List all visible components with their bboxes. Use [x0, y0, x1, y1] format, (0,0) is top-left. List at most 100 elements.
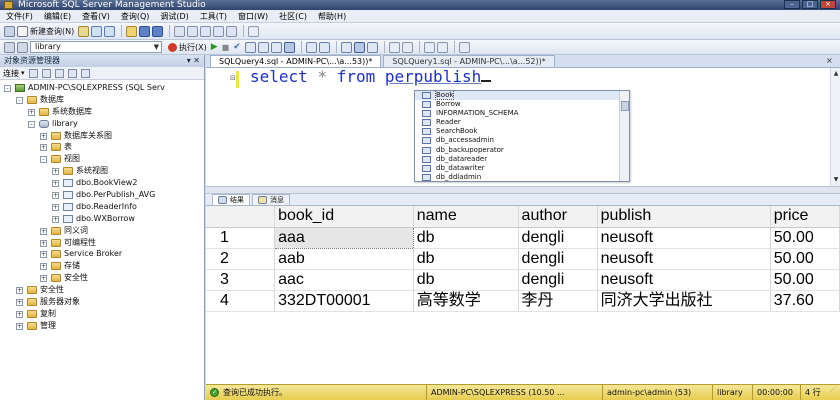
- expand-toggle-icon[interactable]: +: [52, 168, 59, 176]
- include-plan-icon[interactable]: [305, 41, 317, 53]
- properties-icon[interactable]: [213, 25, 225, 37]
- change-connection-icon[interactable]: [17, 41, 28, 53]
- row-number[interactable]: 2: [206, 248, 276, 270]
- column-header[interactable]: [206, 206, 276, 228]
- scroll-up-icon[interactable]: ▲: [832, 70, 840, 78]
- table-cell[interactable]: 高等数学: [413, 290, 519, 312]
- stop-icon[interactable]: ■: [222, 41, 230, 53]
- tree-node[interactable]: + dbo.PerPublish_AVG: [0, 189, 204, 201]
- intellisense-scrollbar[interactable]: [619, 91, 629, 181]
- table-cell[interactable]: db: [413, 227, 519, 249]
- expand-toggle-icon[interactable]: +: [16, 287, 23, 295]
- tree-node[interactable]: + 复制: [0, 308, 204, 320]
- tree-node[interactable]: + dbo.WXBorrow: [0, 213, 204, 225]
- menu-item[interactable]: 编辑(E): [44, 11, 71, 22]
- expand-toggle-icon[interactable]: +: [40, 132, 47, 140]
- table-row[interactable]: 1 aaa db dengli neusoft 50.00: [206, 226, 840, 249]
- sql-code-line[interactable]: select * from perpublish: [250, 67, 492, 87]
- tree-node[interactable]: + 安全性: [0, 284, 204, 296]
- row-number[interactable]: 4: [206, 290, 276, 312]
- database-query-icon[interactable]: [91, 25, 103, 37]
- results-to-text-icon[interactable]: [340, 41, 352, 53]
- collapse-toggle-icon[interactable]: -: [4, 85, 11, 92]
- table-row[interactable]: 3 aac db dengli neusoft 50.00: [206, 269, 840, 291]
- template-explorer-icon[interactable]: [200, 25, 212, 37]
- tree-node[interactable]: + dbo.BookView2: [0, 177, 204, 189]
- table-cell[interactable]: db: [413, 248, 519, 270]
- debug-play-icon[interactable]: ▶: [211, 41, 218, 53]
- save-icon[interactable]: [139, 25, 151, 37]
- menu-item[interactable]: 查看(V): [82, 11, 110, 22]
- table-cell[interactable]: 37.60: [770, 290, 840, 312]
- refresh-icon[interactable]: [80, 68, 90, 78]
- tree-node[interactable]: - 视图: [0, 153, 204, 165]
- query-designer-icon[interactable]: [257, 41, 269, 53]
- table-cell[interactable]: neusoft: [597, 227, 771, 249]
- intellisense-item[interactable]: Borrow: [415, 100, 629, 109]
- menu-item[interactable]: 调试(D): [160, 11, 188, 22]
- intellisense-item[interactable]: INFORMATION_SCHEMA: [415, 109, 629, 118]
- intellisense-item[interactable]: db_accessadmin: [415, 136, 629, 145]
- intellisense-item[interactable]: Book: [415, 91, 629, 101]
- toolbox-icon[interactable]: [226, 25, 238, 37]
- row-number[interactable]: 1: [206, 227, 276, 249]
- connect-server-icon[interactable]: [28, 68, 38, 78]
- expand-toggle-icon[interactable]: +: [40, 251, 47, 259]
- table-cell[interactable]: 50.00: [770, 248, 840, 270]
- expand-toggle-icon[interactable]: +: [52, 215, 59, 223]
- specify-values-icon[interactable]: [458, 41, 470, 53]
- collapse-toggle-icon[interactable]: -: [28, 120, 35, 128]
- minimize-button[interactable]: –: [784, 0, 800, 9]
- execute-button[interactable]: 执行(X): [168, 41, 207, 53]
- scroll-thumb[interactable]: [621, 101, 629, 111]
- table-cell[interactable]: 同济大学出版社: [597, 290, 771, 312]
- tree-node[interactable]: - library: [0, 118, 204, 130]
- scroll-down-icon[interactable]: ▼: [832, 176, 840, 184]
- table-cell[interactable]: dengli: [518, 227, 598, 249]
- tree-node[interactable]: + 同义词: [0, 225, 204, 237]
- intellisense-icon[interactable]: [283, 41, 295, 53]
- intellisense-item[interactable]: Reader: [415, 118, 629, 127]
- close-button[interactable]: ×: [820, 0, 836, 9]
- results-to-grid-icon[interactable]: [353, 41, 365, 53]
- decrease-indent-icon[interactable]: [423, 41, 435, 53]
- tree-node[interactable]: + 系统数据库: [0, 106, 204, 118]
- pin-icon[interactable]: ▾ ✕: [187, 55, 200, 67]
- results-to-file-icon[interactable]: [366, 41, 378, 53]
- collapse-icon[interactable]: ⊟: [230, 74, 236, 82]
- analysis-query-icon[interactable]: [104, 25, 116, 37]
- increase-indent-icon[interactable]: [436, 41, 448, 53]
- messages-tab[interactable]: 消息: [252, 194, 290, 205]
- tree-node[interactable]: + 可编程性: [0, 237, 204, 249]
- table-cell[interactable]: dengli: [518, 248, 598, 270]
- table-cell[interactable]: aab: [274, 248, 414, 270]
- expand-toggle-icon[interactable]: +: [52, 203, 59, 211]
- column-header[interactable]: author: [518, 206, 598, 228]
- query-options-icon[interactable]: [270, 41, 282, 53]
- column-header[interactable]: name: [413, 206, 519, 228]
- customize-icon[interactable]: [248, 25, 260, 37]
- table-row[interactable]: 4 332DT00001 高等数学 李丹 同济大学出版社 37.60: [206, 290, 840, 312]
- table-cell[interactable]: db: [413, 269, 519, 291]
- intellisense-item[interactable]: SearchBook: [415, 127, 629, 136]
- document-tab[interactable]: SQLQuery1.sql - ADMIN-PC\...\a...52))*: [383, 55, 555, 67]
- menu-item[interactable]: 查询(Q): [121, 11, 150, 22]
- connect-icon[interactable]: [4, 41, 15, 53]
- client-stats-icon[interactable]: [318, 41, 330, 53]
- expand-toggle-icon[interactable]: +: [40, 275, 47, 283]
- uncomment-icon[interactable]: [401, 41, 413, 53]
- tree-node[interactable]: + Service Broker: [0, 248, 204, 260]
- menu-item[interactable]: 文件(F): [6, 11, 33, 22]
- maximize-button[interactable]: □: [802, 0, 818, 9]
- expand-toggle-icon[interactable]: +: [52, 180, 59, 188]
- expand-toggle-icon[interactable]: +: [16, 299, 23, 307]
- database-select[interactable]: library ▼: [30, 41, 162, 53]
- object-explorer-icon[interactable]: [187, 25, 199, 37]
- document-tab[interactable]: SQLQuery4.sql - ADMIN-PC\...\a...53))*: [210, 55, 382, 67]
- intellisense-item[interactable]: db_datareader: [415, 155, 629, 164]
- table-cell[interactable]: neusoft: [597, 248, 771, 270]
- new-file-icon[interactable]: [78, 25, 90, 37]
- comment-icon[interactable]: [388, 41, 400, 53]
- expand-toggle-icon[interactable]: +: [40, 144, 47, 152]
- disconnect-icon[interactable]: [41, 68, 51, 78]
